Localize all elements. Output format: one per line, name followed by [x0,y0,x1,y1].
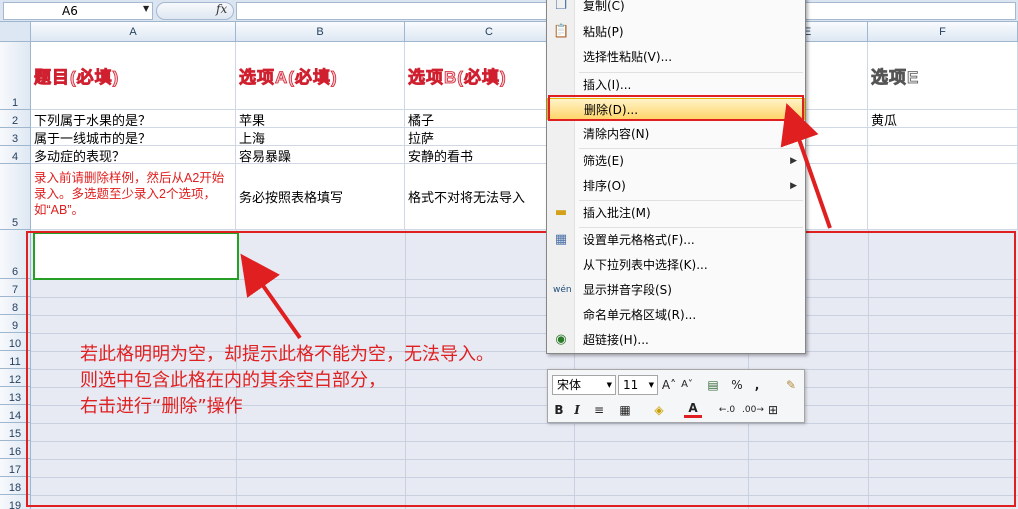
bold-button[interactable]: B [550,400,568,420]
cell-a5[interactable]: 录入前请删除样例，然后从A2开始录入。多选题至少录入2个选项，如“AB”。 [31,164,236,230]
cell-f3[interactable] [868,128,1018,146]
cell-a4[interactable]: 多动症的表现？ [31,146,236,164]
menu-separator [579,72,803,73]
cell-a1[interactable]: 题目(必填) [31,42,236,110]
increase-decimal-icon[interactable]: ←.0 [718,400,736,420]
chevron-down-icon[interactable]: ▼ [607,376,612,394]
cell-b4[interactable]: 容易暴躁 [236,146,405,164]
menu-item-insert-comment[interactable]: ▬ 插入批注(M) [547,202,805,224]
menu-item-pick-from-list[interactable]: 从下拉列表中选择(K)... [547,254,805,276]
column-header-a[interactable]: A [31,22,236,42]
menu-item-format-cells[interactable]: ▦ 设置单元格格式(F)... [547,229,805,251]
formula-bar: A6 ▼ fx [0,0,1018,22]
cell-a3[interactable]: 属于一线城市的是？ [31,128,236,146]
format-painter-icon[interactable]: ✎ [782,375,800,395]
cell-b5[interactable]: 务必按照表格填写 [236,164,405,230]
select-all-corner[interactable] [0,22,31,42]
font-name-combo[interactable]: 宋体 ▼ [552,375,616,395]
submenu-arrow-icon: ▶ [790,156,797,166]
name-box[interactable]: A6 [3,2,153,20]
delete-highlight-box [548,95,804,121]
shrink-font-icon[interactable]: A˅ [678,375,696,395]
chevron-down-icon[interactable]: ▼ [649,376,654,394]
menu-item-filter[interactable]: 筛选(E) ▶ [547,150,805,172]
font-color-icon[interactable]: A [684,400,702,418]
row-header-5[interactable]: 5 [0,164,31,230]
menu-item-insert[interactable]: 插入(I)... [547,74,805,96]
row-header-3[interactable]: 3 [0,128,31,146]
menu-item-copy[interactable]: ❐ 复制(C) [547,0,805,17]
hyperlink-icon: ◉ [555,332,567,347]
annotation-line-2: 则选中包含此格在内的其余空白部分， [80,370,386,391]
borders-icon[interactable]: ▦ [616,400,634,420]
decrease-decimal-icon[interactable]: .00→ [742,400,764,420]
cell-b3[interactable]: 上海 [236,128,405,146]
accounting-format-icon[interactable]: ▤ [704,375,722,395]
phonetic-icon: wén [553,285,572,295]
name-box-dropdown-icon[interactable]: ▼ [143,4,149,13]
menu-item-hyperlink[interactable]: ◉ 超链接(H)... [547,329,805,351]
cell-f4[interactable] [868,146,1018,164]
menu-separator [579,227,803,228]
copy-icon: ❐ [555,0,567,13]
merge-center-icon[interactable]: ⊞ [764,400,782,420]
cell-f5[interactable] [868,164,1018,230]
menu-separator [579,200,803,201]
font-size-combo[interactable]: 11 ▼ [618,375,658,395]
cell-f1[interactable]: 选项E [868,42,1018,110]
menu-item-name-range[interactable]: 命名单元格区域(R)... [547,304,805,326]
comment-icon: ▬ [554,205,568,220]
annotation-text: 若此格明明为空，却提示此格不能为空，无法导入。 则选中包含此格在内的其余空白部分… [80,342,494,420]
row-header-4[interactable]: 4 [0,146,31,164]
submenu-arrow-icon: ▶ [790,181,797,191]
annotation-line-3: 右击进行“删除”操作 [80,396,243,417]
menu-item-clear-contents[interactable]: 清除内容(N) [547,123,805,145]
italic-button[interactable]: I [568,400,586,420]
fill-color-icon[interactable]: ◈ [650,400,668,420]
cell-b2[interactable]: 苹果 [236,110,405,128]
cell-f2[interactable]: 黄瓜 [868,110,1018,128]
cell-a2[interactable]: 下列属于水果的是？ [31,110,236,128]
grow-font-icon[interactable]: A˄ [660,375,678,395]
menu-item-sort[interactable]: 排序(O) ▶ [547,175,805,197]
insert-function-icon[interactable]: fx [216,2,227,16]
comma-style-icon[interactable]: , [748,375,766,395]
annotation-line-1: 若此格明明为空，却提示此格不能为空，无法导入。 [80,344,494,365]
align-center-icon[interactable]: ≡ [590,400,608,420]
percent-style-icon[interactable]: % [728,375,746,395]
row-header-2[interactable]: 2 [0,110,31,128]
context-menu: ❐ 复制(C) 📋 粘贴(P) 选择性粘贴(V)... 插入(I)... 删除(… [546,0,806,354]
mini-toolbar: 宋体 ▼ 11 ▼ A˄ A˅ ▤ % , ✎ B I ≡ ▦ ◈ A ←.0 .0… [547,369,805,423]
column-header-f[interactable]: F [868,22,1018,42]
column-header-b[interactable]: B [236,22,405,42]
cell-b1[interactable]: 选项A(必填) [236,42,405,110]
row-header-1[interactable]: 1 [0,42,31,110]
menu-item-phonetic[interactable]: wén 显示拼音字段(S) [547,279,805,301]
paste-icon: 📋 [553,24,570,39]
menu-separator [579,148,803,149]
format-cells-icon: ▦ [554,232,568,247]
menu-item-paste-special[interactable]: 选择性粘贴(V)... [547,46,805,68]
menu-item-paste[interactable]: 📋 粘贴(P) [547,21,805,43]
